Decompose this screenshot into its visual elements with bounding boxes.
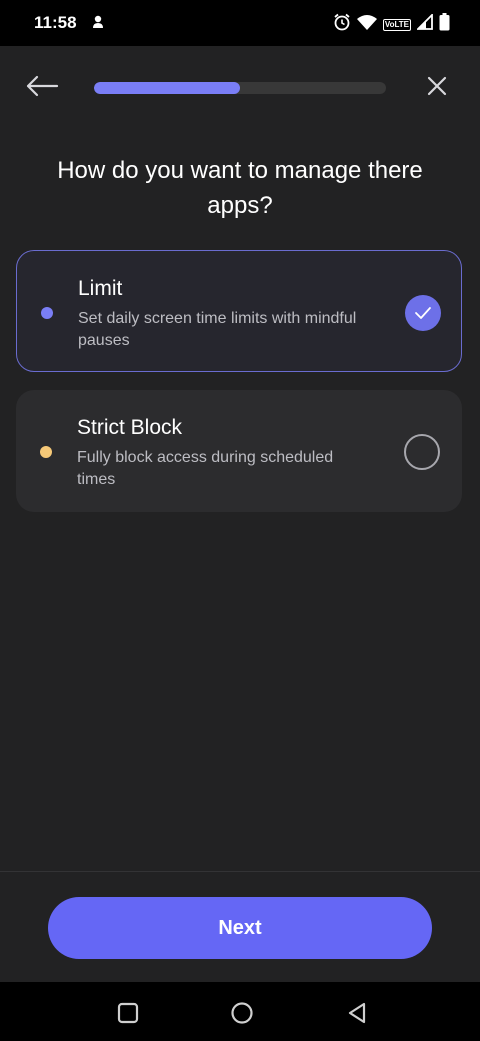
close-icon xyxy=(427,76,447,101)
lte-icon: VoLTE xyxy=(382,18,411,31)
status-time: 11:58 xyxy=(34,13,77,32)
back-button[interactable] xyxy=(22,72,62,104)
next-button[interactable]: Next xyxy=(48,897,432,959)
option-strict-block[interactable]: Strict Block Fully block access during s… xyxy=(16,390,462,512)
arrow-left-icon xyxy=(25,75,59,102)
option-title: Limit xyxy=(78,277,123,300)
home-circle-icon[interactable] xyxy=(229,1000,255,1026)
checkmark-icon xyxy=(405,295,441,331)
option-dot xyxy=(40,446,52,458)
footer-divider xyxy=(0,871,480,872)
signal-icon xyxy=(415,12,433,35)
option-limit[interactable]: Limit Set daily screen time limits with … xyxy=(16,250,462,372)
option-description: Set daily screen time limits with mindfu… xyxy=(78,310,357,349)
status-icons: VoLTE xyxy=(333,12,450,36)
person-icon xyxy=(92,15,104,34)
header xyxy=(0,60,480,116)
recents-square-icon[interactable] xyxy=(115,1000,141,1026)
option-description: Fully block access during scheduled time… xyxy=(77,449,334,488)
wifi-icon xyxy=(356,14,377,35)
progress-fill xyxy=(94,82,240,94)
option-title: Strict Block xyxy=(77,416,183,439)
battery-icon xyxy=(439,13,450,36)
option-dot xyxy=(41,307,53,319)
system-nav-bar xyxy=(0,982,480,1041)
question-title: How do you want to manage there apps? xyxy=(57,157,423,219)
radio-empty-icon xyxy=(404,434,440,470)
alarm-icon xyxy=(333,13,351,36)
back-triangle-icon[interactable] xyxy=(344,1000,370,1026)
status-bar: 11:58 VoLTE xyxy=(0,0,480,46)
progress-bar xyxy=(94,82,386,94)
close-button[interactable] xyxy=(420,72,454,104)
